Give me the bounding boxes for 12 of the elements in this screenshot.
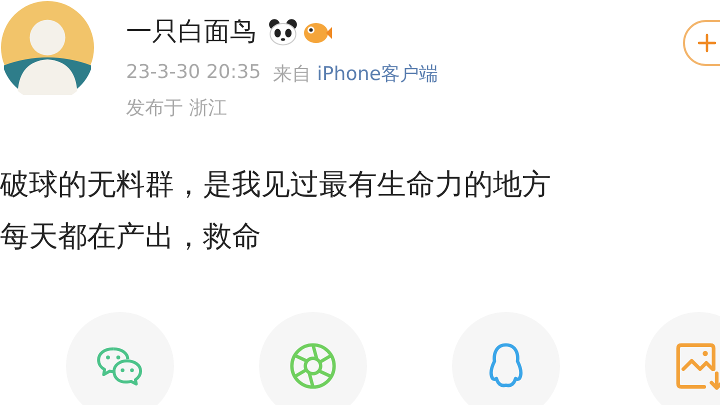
source-link[interactable]: iPhone客户端 — [316, 61, 438, 87]
source-label: 来自 — [272, 62, 311, 87]
avatar-silhouette-icon[interactable] — [0, 0, 95, 95]
save-image-icon — [675, 342, 720, 390]
panda-icon — [268, 18, 298, 46]
post-text: 每天都在产出，救命 — [0, 218, 262, 255]
camera-shutter-icon — [289, 342, 337, 390]
plus-icon — [697, 33, 717, 53]
username[interactable]: 一只白面鸟 — [126, 14, 256, 49]
post-time: 23-3-30 20:35 — [126, 61, 261, 85]
post-location: 发布于 浙江 — [126, 96, 228, 121]
post-text: 破球的无料群，是我见过最有生命力的地方 — [0, 166, 552, 203]
